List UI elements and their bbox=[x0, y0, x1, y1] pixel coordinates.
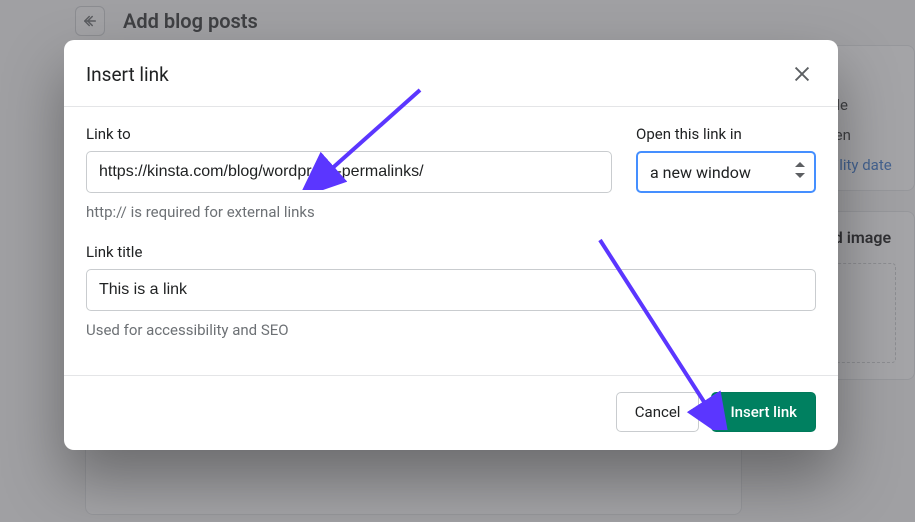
link-title-field-group: Link title Used for accessibility and SE… bbox=[86, 243, 816, 339]
close-button[interactable] bbox=[788, 60, 816, 88]
insert-link-modal: Insert link Link to http:// is required … bbox=[64, 40, 838, 450]
chevron-updown-icon bbox=[794, 162, 806, 182]
open-in-select[interactable]: a new window bbox=[636, 151, 816, 193]
open-in-selected-value: a new window bbox=[650, 163, 751, 182]
link-to-field-group: Link to http:// is required for external… bbox=[86, 125, 612, 221]
cancel-button-label: Cancel bbox=[635, 403, 681, 421]
modal-header: Insert link bbox=[64, 40, 838, 107]
cancel-button[interactable]: Cancel bbox=[616, 392, 700, 432]
link-title-hint: Used for accessibility and SEO bbox=[86, 321, 816, 339]
link-to-input[interactable] bbox=[86, 151, 612, 193]
modal-body: Link to http:// is required for external… bbox=[64, 107, 838, 357]
link-title-label: Link title bbox=[86, 243, 816, 261]
modal-title: Insert link bbox=[86, 63, 169, 86]
close-icon bbox=[791, 63, 813, 85]
insert-link-button-label: Insert link bbox=[730, 403, 797, 421]
modal-footer: Cancel Insert link bbox=[64, 375, 838, 450]
link-to-hint: http:// is required for external links bbox=[86, 203, 612, 221]
link-to-label: Link to bbox=[86, 125, 612, 143]
open-in-label: Open this link in bbox=[636, 125, 816, 143]
open-in-field-group: Open this link in a new window bbox=[636, 125, 816, 193]
insert-link-button[interactable]: Insert link bbox=[711, 392, 816, 432]
link-title-input[interactable] bbox=[86, 269, 816, 311]
